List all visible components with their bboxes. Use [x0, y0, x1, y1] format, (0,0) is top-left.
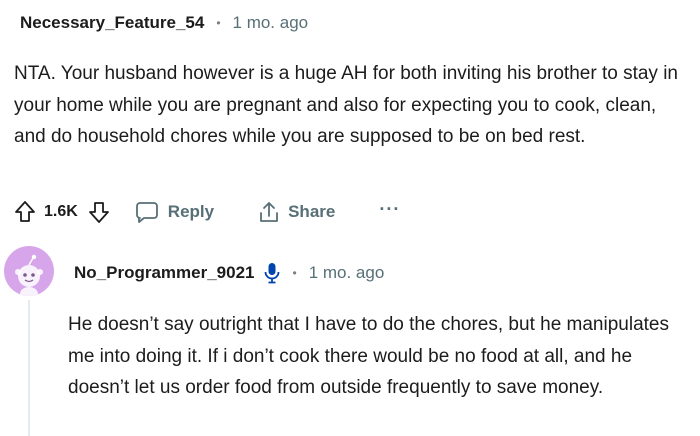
reply-button[interactable]: Reply	[134, 200, 214, 224]
reply-body: He doesn’t say outright that I have to d…	[68, 314, 669, 398]
comment-bubble-icon	[135, 202, 158, 223]
share-icon	[260, 202, 278, 222]
meta-separator: •	[292, 266, 297, 280]
reply-meta: No_Programmer_9021 • 1 mo. ago	[74, 260, 384, 286]
comment-actions: 1.6K Reply Share ···	[12, 196, 400, 228]
reply-author[interactable]: No_Programmer_9021	[74, 263, 254, 283]
microphone-icon	[264, 262, 280, 284]
share-button[interactable]: Share	[258, 200, 335, 224]
avatar[interactable]	[4, 246, 54, 296]
more-options-button[interactable]: ···	[379, 199, 400, 220]
vote-count: 1.6K	[44, 203, 78, 220]
comment-meta: Necessary_Feature_54 • 1 mo. ago	[20, 10, 308, 36]
arrow-down-icon[interactable]	[86, 199, 112, 225]
reply-label: Reply	[167, 202, 215, 221]
share-label: Share	[288, 202, 336, 221]
snoo-avatar-icon	[15, 254, 43, 296]
comment-timestamp[interactable]: 1 mo. ago	[233, 13, 309, 33]
comment-body: NTA. Your husband however is a huge AH f…	[14, 63, 678, 147]
meta-separator: •	[216, 16, 221, 30]
comment-author[interactable]: Necessary_Feature_54	[20, 13, 204, 33]
arrow-up-icon[interactable]	[12, 199, 38, 225]
reply-timestamp[interactable]: 1 mo. ago	[309, 263, 385, 283]
thread-line[interactable]	[28, 300, 30, 436]
